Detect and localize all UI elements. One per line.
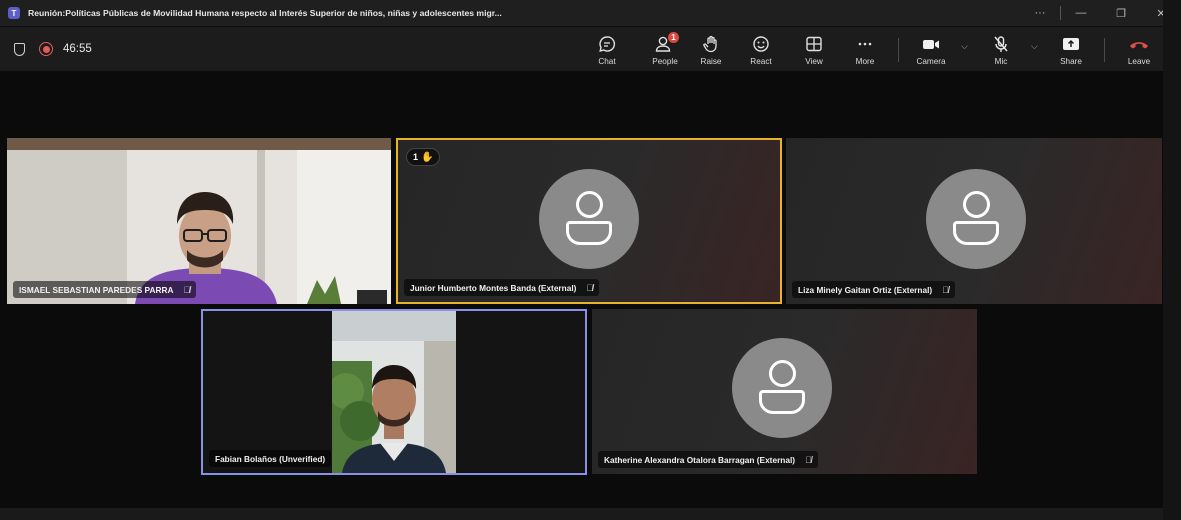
mic-muted-icon: 🎙̸	[805, 454, 812, 465]
raise-hand-button[interactable]: Raise	[686, 27, 736, 71]
react-button[interactable]: React	[736, 27, 786, 71]
smiley-icon	[752, 34, 770, 54]
participant-tile-junior[interactable]: 1 ✋ Junior Humberto Montes Banda (Extern…	[396, 138, 782, 304]
teams-logo-icon: T	[8, 7, 20, 19]
more-button[interactable]: More	[840, 27, 890, 71]
view-button[interactable]: View	[789, 27, 839, 71]
raised-hand-order: 1	[413, 152, 419, 162]
raised-hand-icon: ✋	[421, 151, 434, 163]
participant-video-fabian	[332, 311, 456, 473]
participant-tile-katherine[interactable]: Katherine Alexandra Otalora Barragan (Ex…	[592, 309, 977, 474]
shield-icon[interactable]	[14, 42, 25, 56]
share-button[interactable]: Share	[1046, 27, 1096, 71]
camera-options-chevron-icon[interactable]: ⌵	[961, 41, 968, 52]
avatar	[539, 169, 639, 269]
meeting-toolbar: 46:55 Chat 1 People Raise React View Mor…	[0, 27, 1163, 71]
participant-name: Katherine Alexandra Otalora Barragan (Ex…	[604, 454, 796, 465]
avatar	[732, 338, 832, 438]
leave-label: Leave	[1127, 57, 1151, 66]
participant-name-tag: ISMAEL SEBASTIAN PAREDES PARRA 🎙̸	[13, 281, 197, 298]
mic-off-icon	[992, 34, 1010, 54]
mic-muted-icon: 🎙̸	[942, 284, 949, 295]
toolbar-divider	[898, 38, 899, 62]
hand-icon	[702, 34, 720, 54]
camera-button[interactable]: Camera	[906, 27, 956, 71]
more-label: More	[855, 57, 875, 66]
window-controls: ··· — ❐ ✕	[1020, 0, 1181, 26]
camera-icon	[921, 34, 941, 54]
window-more-button[interactable]: ···	[1020, 7, 1060, 19]
raised-hand-badge: 1 ✋	[406, 148, 441, 166]
share-label: Share	[1060, 57, 1082, 66]
participant-tile-liza[interactable]: Liza Minely Gaitan Ortiz (External) 🎙̸	[786, 138, 1162, 304]
people-label: People	[652, 57, 678, 66]
chat-icon	[598, 34, 616, 54]
restore-button[interactable]: ❐	[1101, 7, 1141, 20]
people-badge: 1	[668, 32, 679, 43]
meeting-timer: 46:55	[63, 43, 92, 55]
toolbar-divider-leave	[1104, 38, 1105, 62]
mic-muted-icon: 🎙̸	[183, 284, 191, 295]
hangup-icon	[1128, 34, 1150, 54]
avatar	[926, 169, 1026, 269]
recording-icon	[39, 42, 53, 56]
mic-label: Mic	[994, 57, 1008, 66]
participant-name: Fabian Bolaños (Unverified)	[215, 453, 326, 464]
window-edge	[1163, 0, 1181, 520]
participant-name: ISMAEL SEBASTIAN PAREDES PARRA	[19, 284, 174, 295]
participant-name-tag: Liza Minely Gaitan Ortiz (External) 🎙̸	[792, 281, 955, 298]
participant-name-tag: Katherine Alexandra Otalora Barragan (Ex…	[598, 451, 818, 468]
chat-label: Chat	[598, 57, 616, 66]
view-label: View	[805, 57, 823, 66]
mic-button[interactable]: Mic	[976, 27, 1026, 71]
participant-tile-ismael[interactable]: ISMAEL SEBASTIAN PAREDES PARRA 🎙̸	[7, 138, 391, 304]
leave-button[interactable]: Leave	[1114, 27, 1164, 71]
participant-name: Liza Minely Gaitan Ortiz (External)	[798, 284, 933, 295]
people-icon: 1	[655, 32, 679, 54]
grid-icon	[805, 34, 823, 54]
minimize-button[interactable]: —	[1061, 7, 1101, 19]
react-label: React	[750, 57, 772, 66]
participant-name-tag: Fabian Bolaños (Unverified)	[209, 450, 332, 467]
people-button[interactable]: 1 People	[640, 27, 690, 71]
participant-tile-fabian[interactable]: Fabian Bolaños (Unverified)	[201, 309, 587, 475]
participant-name-tag: Junior Humberto Montes Banda (External) …	[404, 279, 600, 296]
chat-button[interactable]: Chat	[582, 27, 632, 71]
title-bar: T Reunión:Políticas Públicas de Movilida…	[0, 0, 1181, 26]
raise-label: Raise	[700, 57, 722, 66]
bottom-edge	[0, 508, 1163, 520]
camera-label: Camera	[916, 57, 946, 66]
window-title: Reunión:Políticas Públicas de Movilidad …	[28, 8, 502, 18]
participant-name: Junior Humberto Montes Banda (External)	[410, 282, 577, 293]
more-icon	[856, 34, 874, 54]
mic-options-chevron-icon[interactable]: ⌵	[1031, 41, 1038, 52]
share-icon	[1061, 34, 1081, 54]
mic-muted-icon: 🎙̸	[586, 282, 594, 293]
participant-video-ismael	[7, 138, 391, 304]
